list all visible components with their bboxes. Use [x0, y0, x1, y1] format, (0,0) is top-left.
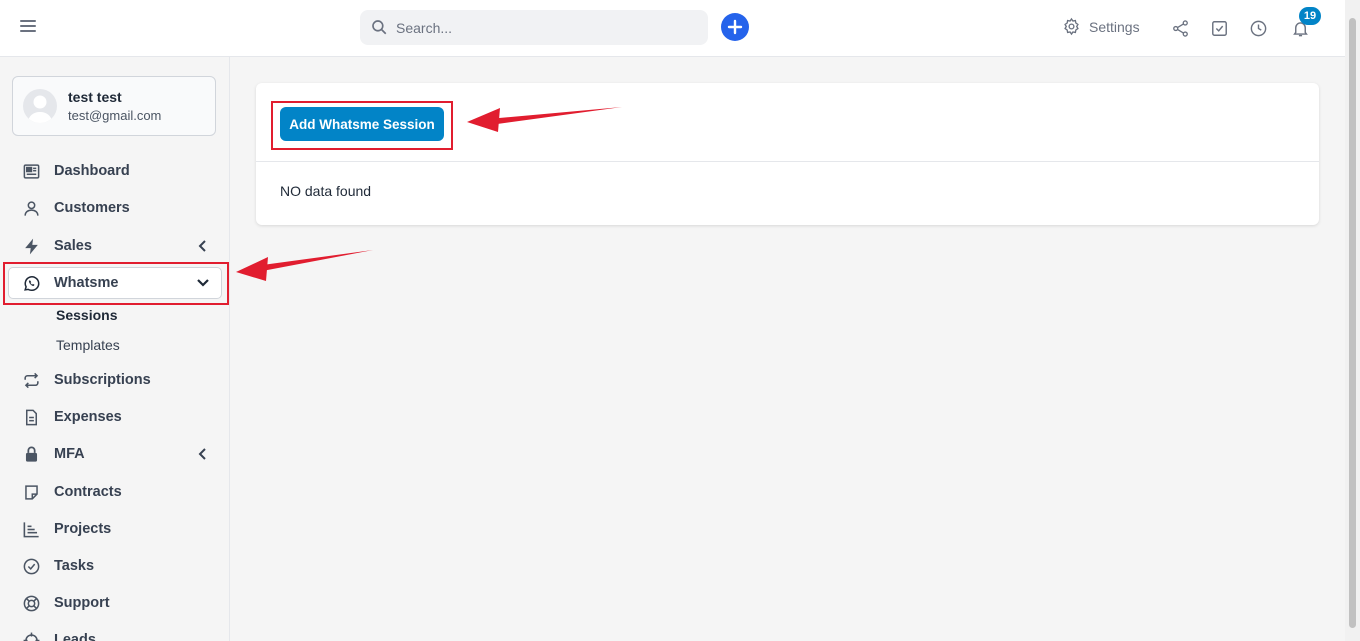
sidebar-item-label: MFA	[54, 446, 85, 462]
sidebar: test test test@gmail.com Dashboard Custo…	[0, 57, 230, 641]
settings-label: Settings	[1089, 18, 1140, 35]
sidebar-subitem-sessions[interactable]: Sessions	[56, 307, 117, 323]
chevron-left-icon	[198, 448, 206, 460]
lifebuoy-icon	[20, 592, 42, 614]
avatar	[23, 89, 57, 123]
settings-link[interactable]: Settings	[1062, 17, 1140, 36]
search-icon	[372, 20, 387, 35]
empty-state-message: NO data found	[280, 183, 372, 199]
sidebar-item-label: Contracts	[54, 484, 122, 500]
search-box[interactable]	[360, 10, 708, 45]
document-icon	[20, 406, 42, 428]
checkbox-icon[interactable]	[1210, 19, 1229, 38]
sidebar-item-subscriptions[interactable]: Subscriptions	[20, 367, 220, 393]
plus-icon	[727, 19, 743, 35]
quick-create-button[interactable]	[721, 13, 749, 41]
annotation-box-whatsme	[3, 262, 229, 305]
profile-email: test@gmail.com	[68, 108, 162, 123]
chevron-left-icon	[198, 240, 206, 252]
share-icon[interactable]	[1171, 19, 1190, 38]
sidebar-item-label: Support	[54, 595, 110, 611]
sidebar-item-label: Tasks	[54, 558, 95, 574]
sidebar-item-mfa[interactable]: MFA	[20, 441, 220, 467]
sidebar-item-label: Leads	[54, 632, 96, 641]
profile-name: test test	[68, 89, 122, 105]
check-circle-icon	[20, 555, 42, 577]
gear-icon	[1064, 17, 1079, 36]
top-bar: Settings 19	[0, 0, 1345, 57]
card-divider	[256, 161, 1319, 162]
clock-icon[interactable]	[1249, 19, 1268, 38]
sidebar-item-label: Dashboard	[54, 163, 130, 179]
sidebar-item-label: Subscriptions	[54, 372, 151, 388]
user-icon	[20, 197, 42, 219]
page-scrollbar[interactable]	[1345, 0, 1360, 641]
crosshair-icon	[20, 629, 42, 641]
notification-badge: 19	[1299, 7, 1321, 25]
user-avatar-icon	[28, 95, 52, 123]
scrollbar-thumb[interactable]	[1349, 18, 1356, 628]
note-icon	[20, 481, 42, 503]
hamburger-menu-icon[interactable]	[20, 20, 36, 34]
sidebar-item-sales[interactable]: Sales	[20, 233, 220, 259]
search-input[interactable]	[396, 10, 696, 45]
annotation-box-add-button	[271, 101, 453, 150]
bar-chart-icon	[20, 518, 42, 540]
sidebar-item-contracts[interactable]: Contracts	[20, 479, 220, 505]
bolt-icon	[20, 235, 42, 257]
lock-icon	[20, 443, 42, 465]
sidebar-item-label: Sales	[54, 238, 92, 254]
sidebar-item-expenses[interactable]: Expenses	[20, 404, 220, 430]
sidebar-item-support[interactable]: Support	[20, 590, 220, 616]
sidebar-item-label: Projects	[54, 521, 112, 537]
sidebar-item-projects[interactable]: Projects	[20, 516, 220, 542]
sidebar-item-leads[interactable]: Leads	[20, 627, 220, 641]
user-profile-card[interactable]: test test test@gmail.com	[12, 76, 216, 136]
sidebar-item-label: Expenses	[54, 409, 122, 425]
sidebar-item-tasks[interactable]: Tasks	[20, 553, 220, 579]
arrow-to-whatsme	[236, 250, 373, 281]
dashboard-icon	[20, 160, 42, 182]
repeat-icon	[20, 369, 42, 391]
sidebar-item-dashboard[interactable]: Dashboard	[20, 158, 220, 184]
sidebar-item-customers[interactable]: Customers	[20, 195, 220, 221]
sidebar-subitem-templates[interactable]: Templates	[56, 337, 120, 353]
sidebar-item-label: Customers	[54, 200, 130, 216]
